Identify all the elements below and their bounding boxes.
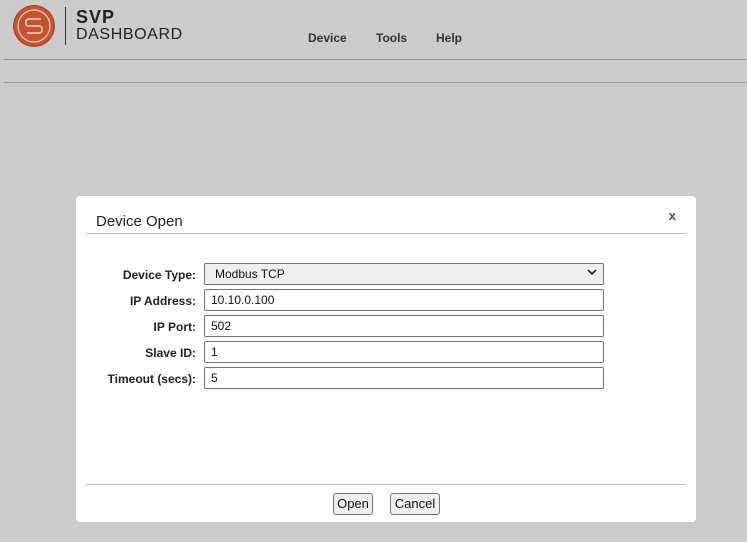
ip-address-label: IP Address: xyxy=(129,294,196,308)
nav-tools[interactable]: Tools xyxy=(376,31,407,45)
nav-device[interactable]: Device xyxy=(308,31,347,45)
logo-divider xyxy=(65,7,66,45)
device-open-dialog: Device Open x Device Type: Modbus TCP IP… xyxy=(76,196,696,522)
dialog-title-divider xyxy=(86,233,686,234)
logo-title: SVP xyxy=(76,7,116,27)
device-type-label: Device Type: xyxy=(122,268,196,282)
ip-address-input[interactable]: 10.10.0.100 xyxy=(204,289,604,311)
logo-subtitle: DASHBOARD xyxy=(76,26,183,43)
timeout-input[interactable]: 5 xyxy=(204,367,604,389)
ip-port-input[interactable]: 502 xyxy=(204,315,604,337)
ip-port-label: IP Port: xyxy=(153,320,196,334)
chevron-down-icon xyxy=(587,267,597,280)
slave-id-label: Slave ID: xyxy=(145,346,196,360)
page: SVP DASHBOARD Device Tools Help Device O… xyxy=(0,0,747,542)
dialog-title: Device Open xyxy=(96,213,183,230)
nav-help[interactable]: Help xyxy=(436,31,462,45)
toolbar-divider xyxy=(4,82,747,83)
device-type-select[interactable]: Modbus TCP xyxy=(204,263,604,285)
close-icon[interactable]: x xyxy=(669,208,676,223)
cancel-button[interactable]: Cancel xyxy=(390,493,440,515)
device-type-value: Modbus TCP xyxy=(215,267,285,281)
header-divider xyxy=(4,59,747,60)
timeout-label: Timeout (secs): xyxy=(107,372,196,386)
logo-icon xyxy=(14,6,54,46)
slave-id-input[interactable]: 1 xyxy=(204,341,604,363)
app-header: SVP DASHBOARD Device Tools Help xyxy=(0,0,747,60)
dialog-footer-divider xyxy=(86,484,686,485)
open-button[interactable]: Open xyxy=(333,493,373,515)
